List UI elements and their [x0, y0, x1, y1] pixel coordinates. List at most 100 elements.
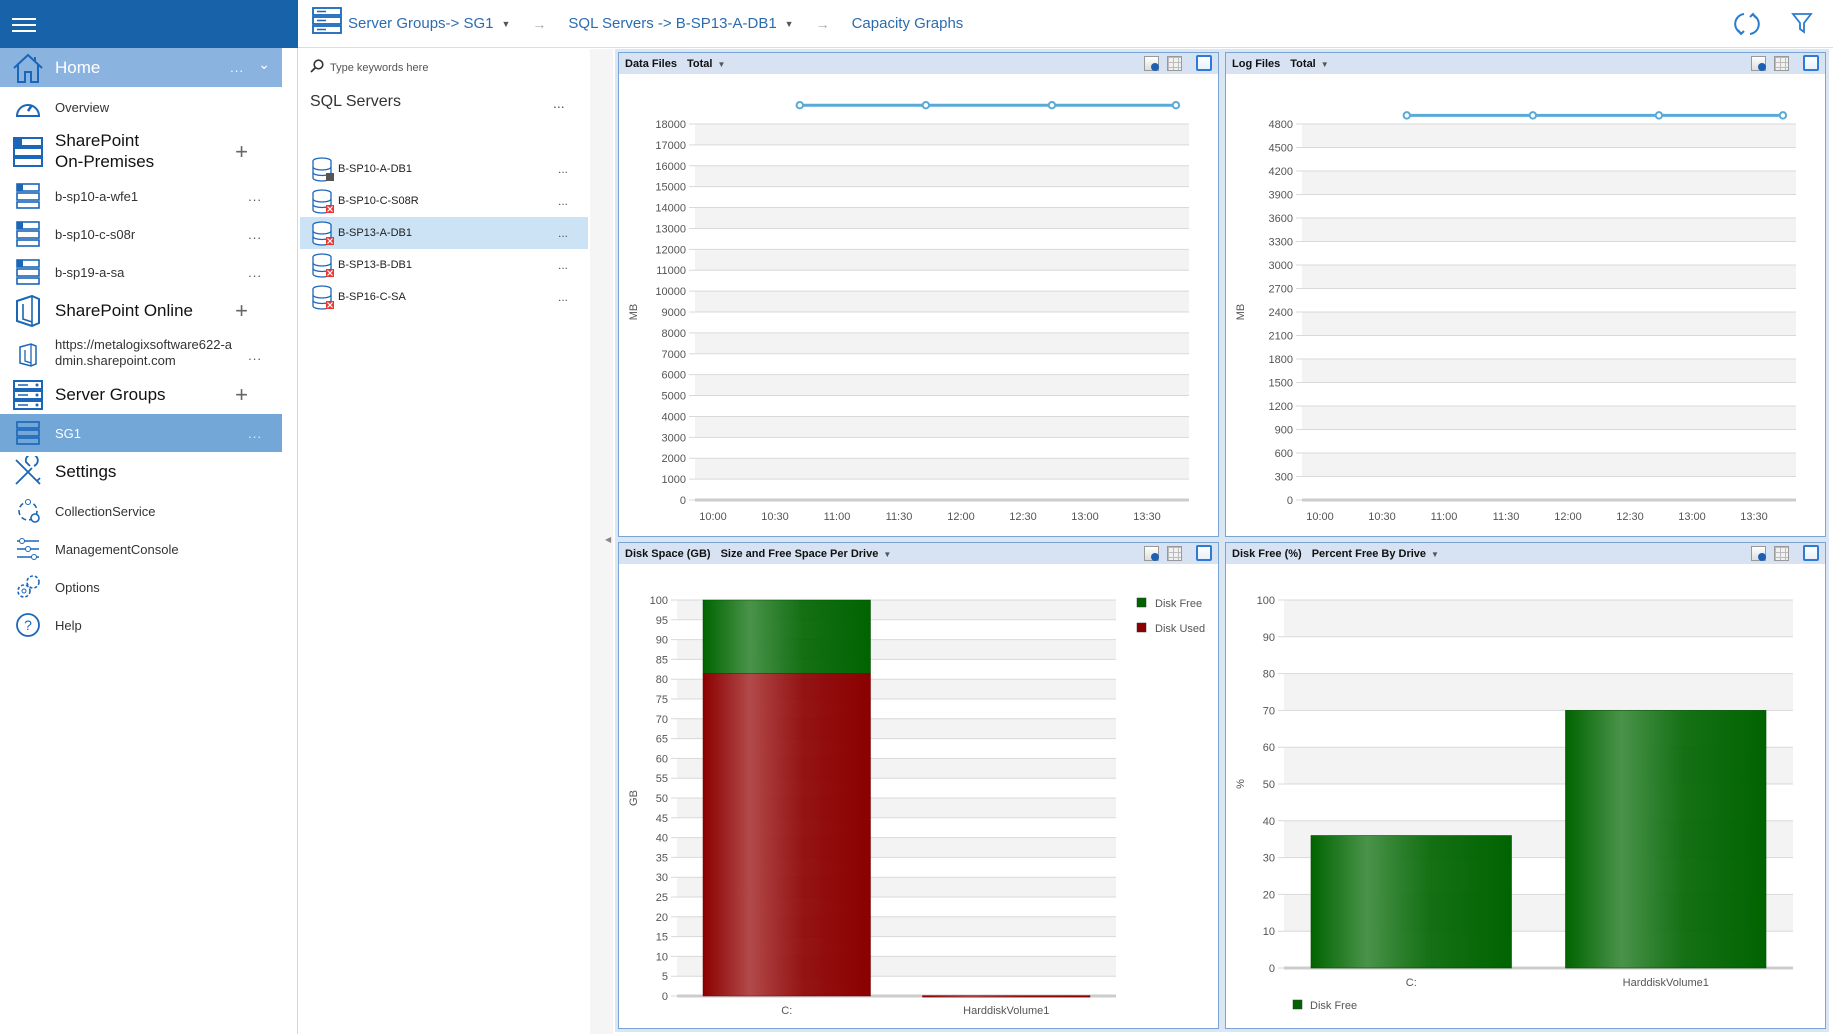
y-tick-label: 60 — [656, 753, 668, 765]
collapse-left-icon[interactable]: ◀ — [605, 535, 611, 544]
data-grid-icon[interactable] — [1167, 55, 1182, 71]
more-button[interactable]: ... — [248, 227, 262, 242]
x-tick-label: 10:30 — [761, 511, 789, 523]
sidebar-item-options[interactable]: Options — [0, 568, 282, 606]
legend-label: Disk Free — [1155, 598, 1202, 610]
sidebar-item-label: Home — [55, 57, 101, 77]
sidebar-item-home[interactable]: Home ... ⌄ — [0, 48, 282, 87]
maximize-icon[interactable] — [1196, 545, 1212, 561]
x-tick-label: 12:00 — [947, 511, 975, 523]
view-dropdown[interactable]: Percent Free By Drive ▼ — [1312, 548, 1439, 560]
y-tick-label: 13000 — [655, 223, 686, 235]
more-button[interactable]: ... — [558, 258, 568, 272]
sidebar-item-managementconsole[interactable]: ManagementConsole — [0, 530, 282, 568]
server-list-item[interactable]: B-SP10-A-DB1... — [300, 153, 588, 185]
server-name: B-SP16-C-SA — [338, 291, 406, 303]
breadcrumb-bar: Server Groups-> SG1 ▼ → SQL Servers -> B-… — [298, 0, 1833, 48]
breadcrumb-sql-servers[interactable]: SQL Servers -> B-SP13-A-DB1 ▼ — [568, 15, 793, 32]
y-tick-label: 17000 — [655, 140, 686, 152]
home-more-button[interactable]: ... — [230, 60, 244, 75]
x-tick-label: 12:00 — [1554, 511, 1582, 523]
y-tick-label: 900 — [1275, 425, 1293, 437]
view-dropdown[interactable]: Size and Free Space Per Drive ▼ — [721, 548, 892, 560]
more-button[interactable]: ... — [558, 162, 568, 176]
data-grid-icon[interactable] — [1774, 55, 1789, 71]
sidebar-item-sharepoint-on-premises[interactable]: SharePoint On-Premises + — [0, 127, 282, 177]
sidebar-item-settings[interactable]: Settings — [0, 453, 282, 491]
chart-info-icon[interactable] — [1144, 545, 1159, 561]
maximize-icon[interactable] — [1196, 55, 1212, 71]
server-list-item[interactable]: B-SP13-A-DB1... — [300, 217, 588, 249]
sidebar-item-collectionservice[interactable]: CollectionService — [0, 492, 282, 530]
grid-band — [1302, 406, 1796, 430]
data-grid-icon[interactable] — [1167, 545, 1182, 561]
more-button[interactable]: ... — [558, 194, 568, 208]
panel-header: Disk Space (GB) Size and Free Space Per … — [619, 543, 1218, 564]
x-tick-label: 13:30 — [1740, 511, 1768, 523]
chevron-down-icon[interactable]: ⌄ — [258, 56, 270, 73]
sidebar-item-help[interactable]: ? Help — [0, 606, 282, 644]
filter-icon[interactable] — [1791, 12, 1813, 39]
sidebar-item-b-sp10-a-wfe1[interactable]: b-sp10-a-wfe1 ... — [0, 177, 282, 215]
sidebar-item-b-sp10-c-s08r[interactable]: b-sp10-c-s08r ... — [0, 215, 282, 253]
add-sharepoint-on-premises-button[interactable]: + — [235, 139, 248, 165]
sidebar-item-sharepoint-online[interactable]: SharePoint Online + — [0, 291, 282, 331]
y-tick-label: 70 — [1263, 705, 1275, 717]
y-tick-label: 0 — [680, 495, 686, 507]
collection-service-icon — [10, 493, 46, 529]
sidebar-item-sg1[interactable]: SG1 ... — [0, 414, 282, 452]
search-box[interactable] — [310, 57, 580, 79]
more-button[interactable]: ... — [248, 265, 262, 280]
grid-band — [1284, 600, 1793, 637]
hamburger-menu-icon[interactable] — [12, 14, 36, 34]
grid-band — [695, 207, 1189, 229]
sidebar-item-server-groups[interactable]: Server Groups + — [0, 375, 282, 415]
y-tick-label: 1800 — [1269, 354, 1293, 366]
y-tick-label: 1000 — [662, 474, 686, 486]
more-button[interactable]: ... — [248, 426, 262, 441]
more-button[interactable]: ... — [558, 290, 568, 304]
server-name: B-SP10-A-DB1 — [338, 163, 412, 175]
refresh-icon[interactable] — [1733, 10, 1761, 43]
sidebar-item-sharepoint-online-tenant[interactable]: https://metalogixsoftware622-a dmin.share… — [0, 331, 282, 379]
gauge-icon — [10, 89, 46, 125]
server-list-item[interactable]: B-SP16-C-SA... — [300, 281, 588, 313]
breadcrumb-capacity-graphs[interactable]: Capacity Graphs — [852, 15, 964, 32]
data-files-chart: 0 1000 2000 3000 4000 5000 6000 7000 8000 9000 100… — [628, 101, 1189, 523]
splitter[interactable]: ◀ — [590, 49, 613, 1034]
list-more-button[interactable]: ... — [553, 95, 565, 111]
sidebar-item-label: b-sp10-a-wfe1 — [55, 188, 139, 204]
x-tick-label: 11:30 — [886, 511, 913, 523]
y-tick-label: 16000 — [655, 161, 686, 173]
server-name: B-SP10-C-S08R — [338, 195, 419, 207]
more-button[interactable]: ... — [248, 189, 262, 204]
y-tick-label: 25 — [656, 892, 668, 904]
server-list-item[interactable]: B-SP10-C-S08R... — [300, 185, 588, 217]
x-tick-label: 13:00 — [1071, 511, 1099, 523]
chart-info-icon[interactable] — [1751, 55, 1766, 71]
maximize-icon[interactable] — [1803, 545, 1819, 561]
chart-info-icon[interactable] — [1144, 55, 1159, 71]
more-button[interactable]: ... — [558, 226, 568, 240]
sidebar-item-label: SharePoint On-Premises — [55, 131, 155, 171]
y-tick-label: 2100 — [1269, 331, 1293, 343]
y-tick-label: 75 — [656, 694, 668, 706]
data-point — [1778, 111, 1788, 120]
view-dropdown[interactable]: Total ▼ — [687, 58, 725, 70]
y-tick-label: 20 — [656, 912, 668, 924]
legend-swatch — [1292, 999, 1303, 1010]
view-dropdown[interactable]: Total ▼ — [1290, 58, 1328, 70]
server-list-item[interactable]: B-SP13-B-DB1... — [300, 249, 588, 281]
sidebar-item-overview[interactable]: Overview — [0, 88, 282, 126]
chart-info-icon[interactable] — [1751, 545, 1766, 561]
data-grid-icon[interactable] — [1774, 545, 1789, 561]
breadcrumb-server-groups[interactable]: Server Groups-> SG1 ▼ — [348, 15, 510, 32]
maximize-icon[interactable] — [1803, 55, 1819, 71]
add-server-group-button[interactable]: + — [235, 382, 248, 408]
add-sharepoint-online-button[interactable]: + — [235, 298, 248, 324]
sidebar-item-b-sp19-a-sa[interactable]: b-sp19-a-sa ... — [0, 253, 282, 291]
more-button[interactable]: ... — [248, 348, 262, 363]
disk-free-chart: 0 10 20 30 40 50 60 70 80 90 100% C: HarddiskVolume1… — [1235, 595, 1793, 1012]
search-input[interactable] — [330, 62, 570, 74]
y-tick-label: 2000 — [662, 453, 686, 465]
